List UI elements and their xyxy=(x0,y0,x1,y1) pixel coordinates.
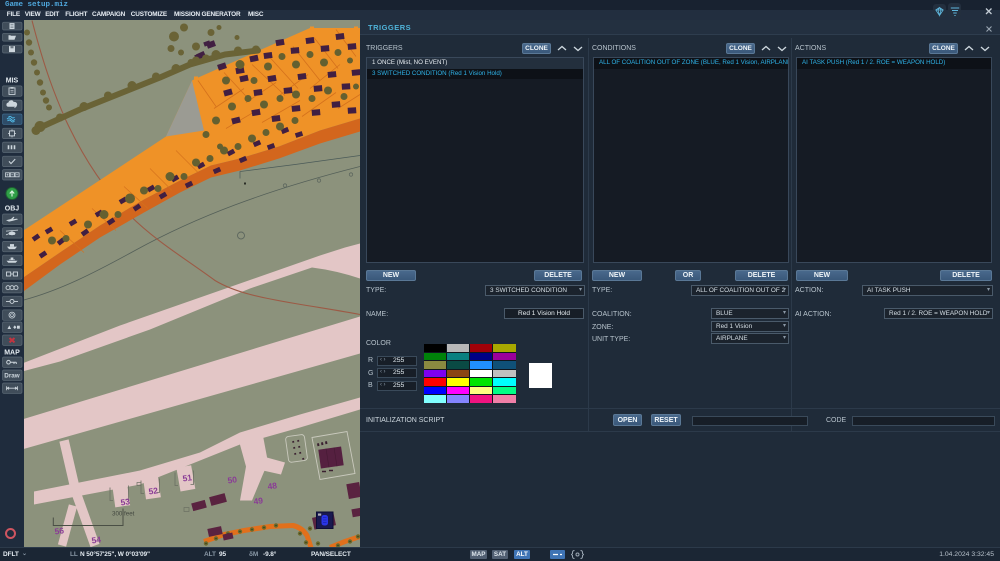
svg-text:51: 51 xyxy=(182,472,193,483)
svg-text:48: 48 xyxy=(267,480,278,491)
svg-text:49: 49 xyxy=(253,495,264,506)
svg-text:MAP: MAP xyxy=(4,350,20,357)
svg-text:MIS: MIS xyxy=(6,78,19,85)
svg-text:Draw: Draw xyxy=(4,373,19,380)
svg-text:54: 54 xyxy=(91,534,102,545)
svg-text:50: 50 xyxy=(227,474,238,485)
svg-text:52: 52 xyxy=(148,485,159,496)
svg-text:300 feet: 300 feet xyxy=(112,510,135,517)
svg-text:53: 53 xyxy=(120,496,131,507)
svg-text:56: 56 xyxy=(54,525,65,536)
svg-text:OBJ: OBJ xyxy=(5,206,20,213)
